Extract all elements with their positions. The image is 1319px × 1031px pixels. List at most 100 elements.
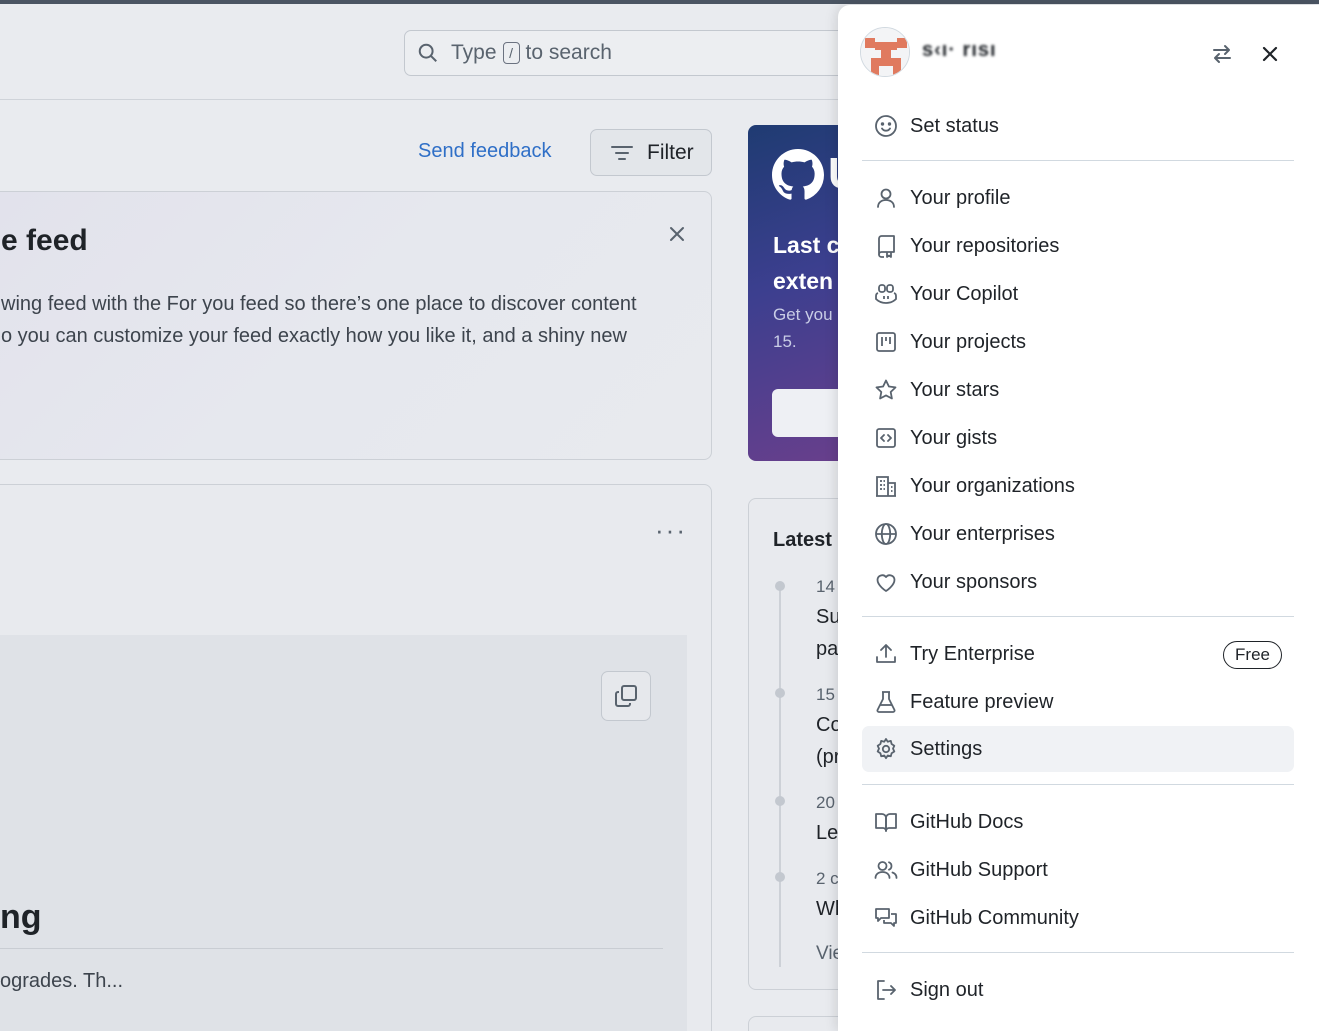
menu-item-your-gists[interactable]: Your gists [862, 415, 1294, 461]
menu-item-label: Your stars [910, 378, 1000, 401]
changelog-title[interactable]: pa [816, 633, 838, 665]
menu-item-github-docs[interactable]: GitHub Docs [862, 799, 1294, 845]
menu-divider [862, 784, 1294, 785]
menu-item-label: Your projects [910, 330, 1026, 353]
menu-item-label: Try Enterprise [910, 642, 1035, 665]
free-badge: Free [1223, 641, 1282, 669]
menu-item-your-repositories[interactable]: Your repositories [862, 223, 1294, 269]
menu-item-your-stars[interactable]: Your stars [862, 367, 1294, 413]
promo-text-line: 15. [773, 332, 797, 351]
menu-item-label: Set status [910, 114, 999, 137]
promo-heading-line: Last c [773, 232, 840, 258]
organization-icon [876, 476, 896, 497]
filter-label: Filter [647, 140, 694, 164]
menu-item-your-enterprises[interactable]: Your enterprises [862, 511, 1294, 557]
gear-icon [876, 738, 896, 760]
search-prefix: Type [451, 41, 497, 64]
menu-item-github-community[interactable]: GitHub Community [862, 895, 1294, 941]
promo-text: Get you 15. [773, 301, 833, 355]
menu-item-your-copilot[interactable]: Your Copilot [862, 271, 1294, 317]
menu-item-sign-out[interactable]: Sign out [862, 967, 1294, 1013]
search-icon [418, 43, 437, 62]
filter-icon [611, 145, 633, 160]
menu-item-label: GitHub Support [910, 858, 1048, 881]
project-icon [876, 332, 896, 352]
avatar[interactable] [860, 27, 910, 77]
changelog-title[interactable]: (pr [816, 741, 840, 773]
menu-item-label: Your enterprises [910, 522, 1055, 545]
star-icon [875, 379, 897, 400]
menu-item-label: Settings [910, 737, 983, 760]
timeline-line [779, 587, 781, 967]
repo-icon [878, 235, 895, 258]
menu-item-label: Your Copilot [910, 282, 1019, 305]
search-suffix: to search [525, 41, 612, 64]
changelog-date: 2 c [816, 869, 839, 888]
changelog-date: 14 [816, 577, 835, 596]
menu-item-label: Your sponsors [910, 570, 1038, 593]
people-icon [874, 861, 898, 879]
timeline-dot [775, 796, 785, 806]
sign-out-icon [877, 980, 896, 1000]
comment-discussion-icon [875, 908, 897, 927]
menu-item-label: Your profile [910, 186, 1011, 209]
changelog-date: 20 [816, 793, 835, 812]
close-icon[interactable] [1258, 42, 1282, 66]
menu-item-your-organizations[interactable]: Your organizations [862, 463, 1294, 509]
menu-item-your-projects[interactable]: Your projects [862, 319, 1294, 365]
upload-icon [876, 644, 896, 663]
menu-divider [862, 952, 1294, 953]
changelog-title[interactable]: Le [816, 817, 838, 849]
user-menu-panel: s‹ı· rısı Set status Your profile Your r… [838, 5, 1319, 1031]
book-icon [875, 813, 897, 832]
account-switch-icon[interactable] [1210, 42, 1234, 66]
menu-item-label: GitHub Docs [910, 810, 1024, 833]
close-icon[interactable] [667, 224, 687, 244]
post-divider [0, 948, 663, 949]
code-square-icon [876, 428, 896, 448]
menu-item-label: GitHub Community [910, 906, 1079, 929]
beaker-icon [876, 691, 896, 713]
menu-divider [862, 616, 1294, 617]
changelog-title[interactable]: Su [816, 601, 840, 633]
menu-item-label: Feature preview [910, 690, 1054, 713]
search-shortcut-key: / [502, 42, 520, 64]
identicon-icon [861, 28, 909, 76]
announcement-title: e feed [1, 224, 88, 257]
send-feedback-link[interactable]: Send feedback [418, 140, 551, 163]
announcement-body: wing feed with the For you feed so there… [1, 288, 637, 352]
timeline-dot [775, 581, 785, 591]
menu-item-label: Your gists [910, 426, 998, 449]
menu-item-label: Your organizations [910, 474, 1075, 497]
timeline-dot [775, 872, 785, 882]
promo-heading: Last c exten [773, 227, 839, 299]
menu-item-settings[interactable]: Settings [862, 726, 1294, 772]
feed-announcement-card: e feed wing feed with the For you feed s… [0, 191, 712, 460]
smiley-icon [875, 115, 897, 137]
search-input[interactable]: Type / to search [404, 30, 864, 76]
menu-divider [862, 160, 1294, 161]
menu-item-label: Your repositories [910, 234, 1060, 257]
announcement-line: wing feed with the For you feed so there… [1, 293, 637, 315]
filter-button[interactable]: Filter [590, 129, 712, 176]
promo-heading-line: exten [773, 268, 834, 294]
globe-icon [875, 523, 897, 545]
copilot-icon [875, 284, 897, 304]
menu-item-feature-preview[interactable]: Feature preview [862, 679, 1294, 725]
menu-item-your-sponsors[interactable]: Your sponsors [862, 559, 1294, 605]
promo-text-line: Get you [773, 305, 833, 324]
username: s‹ı· rısı [922, 39, 997, 61]
copy-button[interactable] [601, 671, 651, 721]
changelog-date: 15 [816, 685, 835, 704]
menu-item-set-status[interactable]: Set status [862, 103, 1294, 149]
post-title: ng [0, 898, 42, 936]
kebab-menu-icon[interactable]: ··· [655, 515, 687, 546]
copy-icon [615, 685, 637, 707]
person-icon [877, 188, 895, 208]
announcement-line: o you can customize your feed exactly ho… [1, 325, 627, 347]
menu-item-your-profile[interactable]: Your profile [862, 175, 1294, 221]
github-logo-icon [772, 149, 824, 200]
post-snippet: ogrades. Th... [0, 970, 124, 992]
menu-item-github-support[interactable]: GitHub Support [862, 847, 1294, 893]
menu-item-try-enterprise[interactable]: Try Enterprise Free [862, 631, 1294, 677]
